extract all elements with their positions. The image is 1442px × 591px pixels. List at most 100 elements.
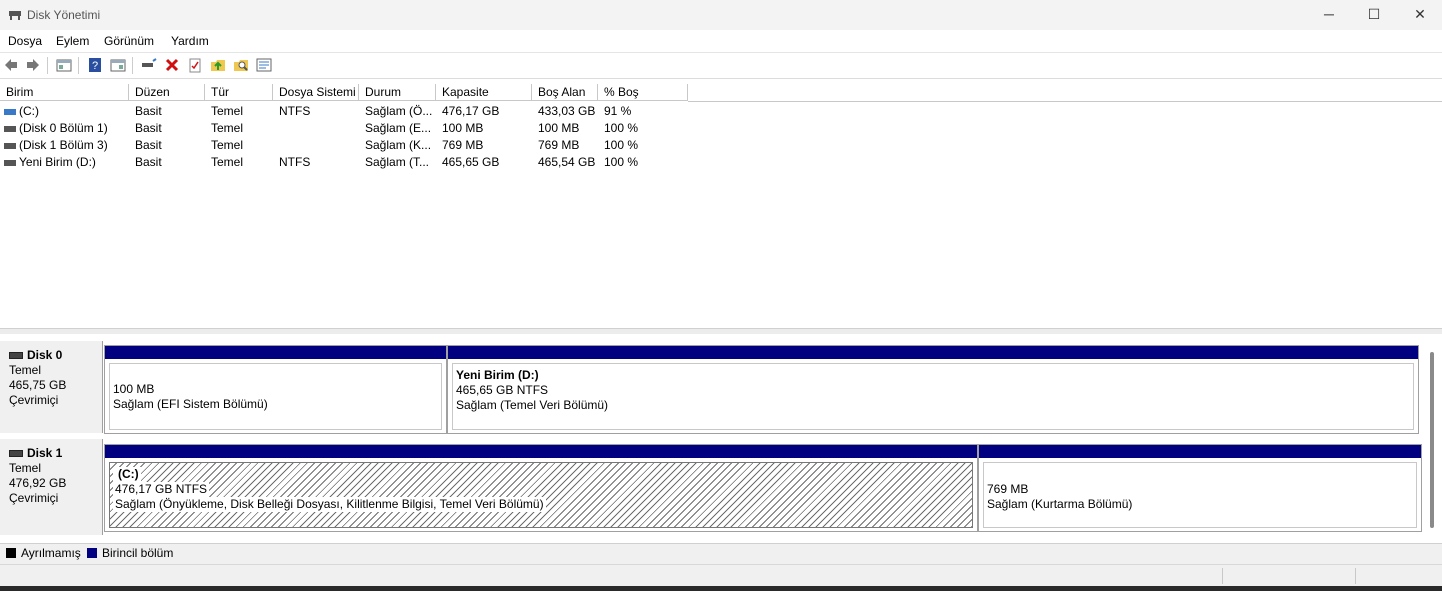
partition-body: 100 MB Sağlam (EFI Sistem Bölümü)	[109, 363, 442, 430]
capacity-cell: 769 MB	[442, 138, 484, 152]
help-icon[interactable]: ?	[87, 57, 103, 73]
close-button[interactable]: ✕	[1397, 0, 1442, 30]
primary-partition-bar	[105, 445, 977, 458]
table-row[interactable]: Yeni Birim (D:) Basit Temel NTFS Sağlam …	[0, 154, 700, 171]
unallocated-swatch	[6, 548, 16, 558]
table-row[interactable]: (Disk 0 Bölüm 1) Basit Temel Sağlam (E..…	[0, 120, 700, 137]
partition-status: Sağlam (Temel Veri Bölümü)	[456, 398, 609, 412]
disk-1-label[interactable]: Disk 1 Temel 476,92 GB Çevrimiçi	[0, 439, 103, 535]
svg-text:?: ?	[92, 60, 98, 72]
column-header-yuzde-bos[interactable]: % Boş	[598, 84, 688, 101]
status-cell: Sağlam (E...	[365, 121, 432, 135]
disk-size: 476,92 GB	[9, 476, 67, 490]
legend: Ayrılmamış Birincil bölüm	[0, 543, 1442, 564]
partition-body: 769 MB Sağlam (Kurtarma Bölümü)	[983, 462, 1417, 528]
menu-bar: Dosya Eylem Görünüm Yardım	[0, 30, 1442, 53]
forward-icon[interactable]	[25, 57, 41, 73]
console-tree-icon[interactable]	[56, 57, 72, 73]
table-row[interactable]: (Disk 1 Bölüm 3) Basit Temel Sağlam (K..…	[0, 137, 700, 154]
partition-recovery[interactable]: 769 MB Sağlam (Kurtarma Bölümü)	[978, 444, 1422, 532]
disk-name: Disk 1	[27, 446, 63, 460]
partition-body: Yeni Birim (D:) 465,65 GB NTFS Sağlam (T…	[452, 363, 1414, 430]
disk-status: Çevrimiçi	[9, 393, 59, 407]
title-bar: Disk Yönetimi ─ ☐ ✕	[0, 0, 1442, 30]
status-cell: Sağlam (T...	[365, 155, 430, 169]
status-cell: Sağlam (K...	[365, 138, 432, 152]
partition-efi[interactable]: 100 MB Sağlam (EFI Sistem Bölümü)	[104, 345, 447, 434]
volume-list: Birim Düzen Tür Dosya Sistemi Durum Kapa…	[0, 84, 1442, 328]
volume-cell: Yeni Birim (D:)	[4, 154, 96, 171]
disk-icon	[9, 352, 23, 360]
column-header-durum[interactable]: Durum	[359, 84, 436, 101]
window-title: Disk Yönetimi	[27, 8, 101, 22]
properties-icon[interactable]	[187, 57, 203, 73]
free-space-cell: 465,54 GB	[538, 155, 596, 169]
free-space-cell: 100 MB	[538, 121, 580, 135]
partition-size: 100 MB	[113, 382, 155, 396]
status-bar	[0, 564, 1442, 587]
primary-partition-bar	[448, 346, 1418, 359]
disk-status: Çevrimiçi	[9, 491, 59, 505]
partition-yeni-birim-d[interactable]: Yeni Birim (D:) 465,65 GB NTFS Sağlam (T…	[447, 345, 1419, 434]
menu-dosya[interactable]: Dosya	[8, 34, 42, 48]
legend-primary-label: Birincil bölüm	[102, 546, 174, 560]
table-row[interactable]: (C:) Basit Temel NTFS Sağlam (Ö... 476,1…	[0, 103, 700, 120]
status-cell: Sağlam (Ö...	[365, 104, 433, 118]
type-cell: Temel	[211, 138, 244, 152]
partition-c[interactable]: (C:) 476,17 GB NTFS Sağlam (Önyükleme, D…	[104, 444, 978, 532]
partition-size: 769 MB	[987, 482, 1029, 496]
column-header-kapasite[interactable]: Kapasite	[436, 84, 532, 101]
column-header-dosya-sistemi[interactable]: Dosya Sistemi	[273, 84, 359, 101]
partition-status: Sağlam (EFI Sistem Bölümü)	[113, 397, 268, 411]
percent-free-cell: 100 %	[604, 138, 639, 152]
view-icon[interactable]	[256, 57, 272, 73]
new-folder-icon[interactable]	[210, 57, 226, 73]
volume-cell: (Disk 0 Bölüm 1)	[4, 120, 108, 137]
layout-cell: Basit	[135, 155, 162, 169]
maximize-button[interactable]: ☐	[1351, 0, 1397, 30]
column-header-duzen[interactable]: Düzen	[129, 84, 205, 101]
partition-status: Sağlam (Kurtarma Bölümü)	[987, 497, 1133, 511]
primary-partition-bar	[105, 346, 446, 359]
layout-cell: Basit	[135, 121, 162, 135]
disk-type: Temel	[9, 461, 42, 475]
delete-icon[interactable]	[164, 57, 180, 73]
action-pane-icon[interactable]	[110, 57, 126, 73]
column-header-tur[interactable]: Tür	[205, 84, 273, 101]
partition-size: 476,17 GB NTFS	[113, 482, 210, 497]
column-header-bos-alan[interactable]: Boş Alan	[532, 84, 598, 101]
legend-unallocated-label: Ayrılmamış	[21, 546, 81, 560]
drive-icon	[4, 125, 16, 132]
search-icon[interactable]	[233, 57, 249, 73]
capacity-cell: 100 MB	[442, 121, 484, 135]
back-icon[interactable]	[3, 57, 19, 73]
volume-cell: (C:)	[4, 103, 39, 120]
menu-gorunum[interactable]: Görünüm	[104, 34, 154, 48]
filesystem-cell: NTFS	[279, 104, 311, 118]
disk-size: 465,75 GB	[9, 378, 67, 392]
column-header-birim[interactable]: Birim	[0, 84, 129, 101]
drive-icon	[4, 142, 16, 149]
toolbar: ?	[0, 53, 1442, 79]
primary-partition-bar	[979, 445, 1421, 458]
type-cell: Temel	[211, 121, 244, 135]
drive-icon	[4, 159, 16, 166]
disk-name: Disk 0	[27, 348, 63, 362]
vertical-scrollbar[interactable]	[1430, 352, 1434, 528]
disk-type: Temel	[9, 363, 42, 377]
partition-size: 465,65 GB NTFS	[456, 383, 549, 397]
minimize-button[interactable]: ─	[1306, 0, 1352, 30]
capacity-cell: 465,65 GB	[442, 155, 500, 169]
percent-free-cell: 91 %	[604, 104, 632, 118]
percent-free-cell: 100 %	[604, 121, 639, 135]
layout-cell: Basit	[135, 138, 162, 152]
filesystem-cell: NTFS	[279, 155, 311, 169]
connect-drive-icon[interactable]	[141, 57, 157, 73]
type-cell: Temel	[211, 155, 244, 169]
menu-eylem[interactable]: Eylem	[56, 34, 89, 48]
menu-yardim[interactable]: Yardım	[171, 34, 209, 48]
primary-partition-swatch	[87, 548, 97, 558]
disk-0-label[interactable]: Disk 0 Temel 465,75 GB Çevrimiçi	[0, 341, 103, 433]
capacity-cell: 476,17 GB	[442, 104, 500, 118]
desktop-edge	[0, 586, 1442, 591]
